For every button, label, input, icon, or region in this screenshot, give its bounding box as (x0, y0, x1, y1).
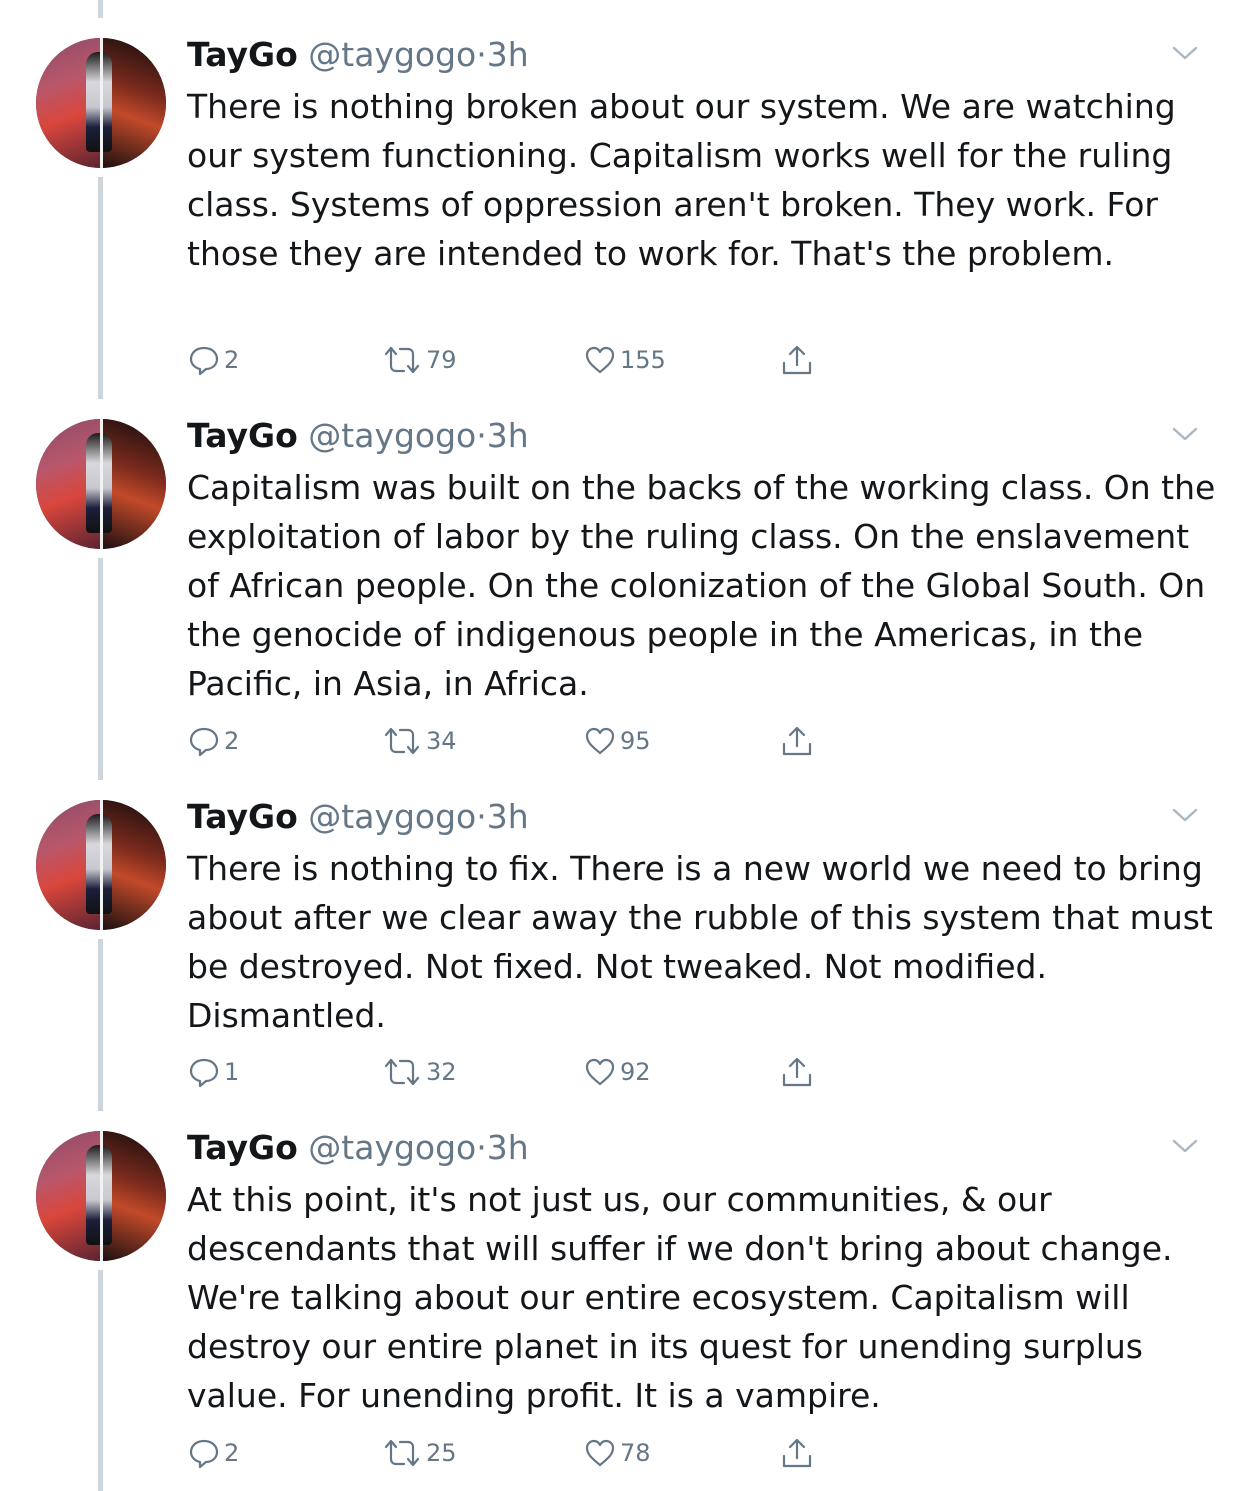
retweet-button[interactable]: 34 (382, 721, 457, 761)
tweet-actions: 1 32 92 (0, 1052, 1241, 1092)
retweet-count: 32 (426, 1058, 457, 1086)
reply-icon (188, 1056, 220, 1088)
retweet-button[interactable]: 32 (382, 1052, 457, 1092)
separator-dot: · (476, 1128, 487, 1167)
retweet-icon (382, 1437, 422, 1469)
reply-button[interactable]: 2 (188, 1433, 239, 1473)
like-button[interactable]: 155 (584, 340, 666, 380)
avatar[interactable] (36, 38, 166, 168)
tweet-header: TayGo @taygogo·3h (187, 414, 529, 458)
timestamp[interactable]: 3h (487, 416, 529, 455)
tweet-text: Capitalism was built on the backs of the… (187, 468, 1216, 703)
like-count: 78 (620, 1439, 651, 1467)
tweet-text: There is nothing broken about our system… (187, 87, 1176, 273)
avatar[interactable] (36, 800, 166, 930)
share-icon (780, 1436, 814, 1470)
tweet-actions: 2 25 78 (0, 1433, 1241, 1473)
share-button[interactable] (780, 721, 814, 761)
retweet-icon (382, 1056, 422, 1088)
share-icon (780, 1055, 814, 1089)
heart-icon (584, 1437, 616, 1469)
share-button[interactable] (780, 1433, 814, 1473)
user-handle[interactable]: @taygogo (308, 797, 476, 836)
retweet-count: 25 (426, 1439, 457, 1467)
chevron-down-icon[interactable] (1172, 44, 1198, 62)
thread-line (98, 0, 103, 18)
reply-icon (188, 1437, 220, 1469)
reply-icon (188, 725, 220, 757)
timestamp[interactable]: 3h (487, 797, 529, 836)
separator-dot: · (476, 416, 487, 455)
like-count: 92 (620, 1058, 651, 1086)
retweet-icon (382, 725, 422, 757)
separator-dot: · (476, 797, 487, 836)
tweet-text: There is nothing to fix. There is a new … (187, 849, 1213, 1035)
share-button[interactable] (780, 1052, 814, 1092)
chevron-down-icon[interactable] (1172, 1137, 1198, 1155)
tweet-header: TayGo @taygogo·3h (187, 1126, 529, 1170)
user-handle[interactable]: @taygogo (308, 35, 476, 74)
like-count: 95 (620, 727, 651, 755)
tweet-header: TayGo @taygogo·3h (187, 795, 529, 839)
tweet-header: TayGo @taygogo·3h (187, 33, 529, 77)
like-button[interactable]: 92 (584, 1052, 651, 1092)
heart-icon (584, 725, 616, 757)
user-handle[interactable]: @taygogo (308, 1128, 476, 1167)
like-button[interactable]: 95 (584, 721, 651, 761)
retweet-button[interactable]: 79 (382, 340, 457, 380)
timestamp[interactable]: 3h (487, 35, 529, 74)
chevron-down-icon[interactable] (1172, 806, 1198, 824)
reply-count: 2 (224, 727, 240, 755)
heart-icon (584, 344, 616, 376)
reply-button[interactable]: 1 (188, 1052, 239, 1092)
reply-count: 2 (224, 346, 240, 374)
chevron-down-icon[interactable] (1172, 425, 1198, 443)
tweet-text: At this point, it's not just us, our com… (187, 1180, 1173, 1415)
reply-count: 2 (224, 1439, 240, 1467)
tweet-actions: 2 79 155 (0, 340, 1241, 380)
heart-icon (584, 1056, 616, 1088)
timestamp[interactable]: 3h (487, 1128, 529, 1167)
separator-dot: · (476, 35, 487, 74)
avatar[interactable] (36, 419, 166, 549)
like-count: 155 (620, 346, 666, 374)
retweet-button[interactable]: 25 (382, 1433, 457, 1473)
user-handle[interactable]: @taygogo (308, 416, 476, 455)
share-button[interactable] (780, 340, 814, 380)
like-button[interactable]: 78 (584, 1433, 651, 1473)
display-name[interactable]: TayGo (187, 35, 298, 74)
retweet-icon (382, 344, 422, 376)
reply-button[interactable]: 2 (188, 721, 239, 761)
retweet-count: 79 (426, 346, 457, 374)
retweet-count: 34 (426, 727, 457, 755)
reply-button[interactable]: 2 (188, 340, 239, 380)
share-icon (780, 343, 814, 377)
avatar[interactable] (36, 1131, 166, 1261)
display-name[interactable]: TayGo (187, 416, 298, 455)
display-name[interactable]: TayGo (187, 1128, 298, 1167)
display-name[interactable]: TayGo (187, 797, 298, 836)
reply-icon (188, 344, 220, 376)
tweet-actions: 2 34 95 (0, 721, 1241, 761)
reply-count: 1 (224, 1058, 240, 1086)
share-icon (780, 724, 814, 758)
